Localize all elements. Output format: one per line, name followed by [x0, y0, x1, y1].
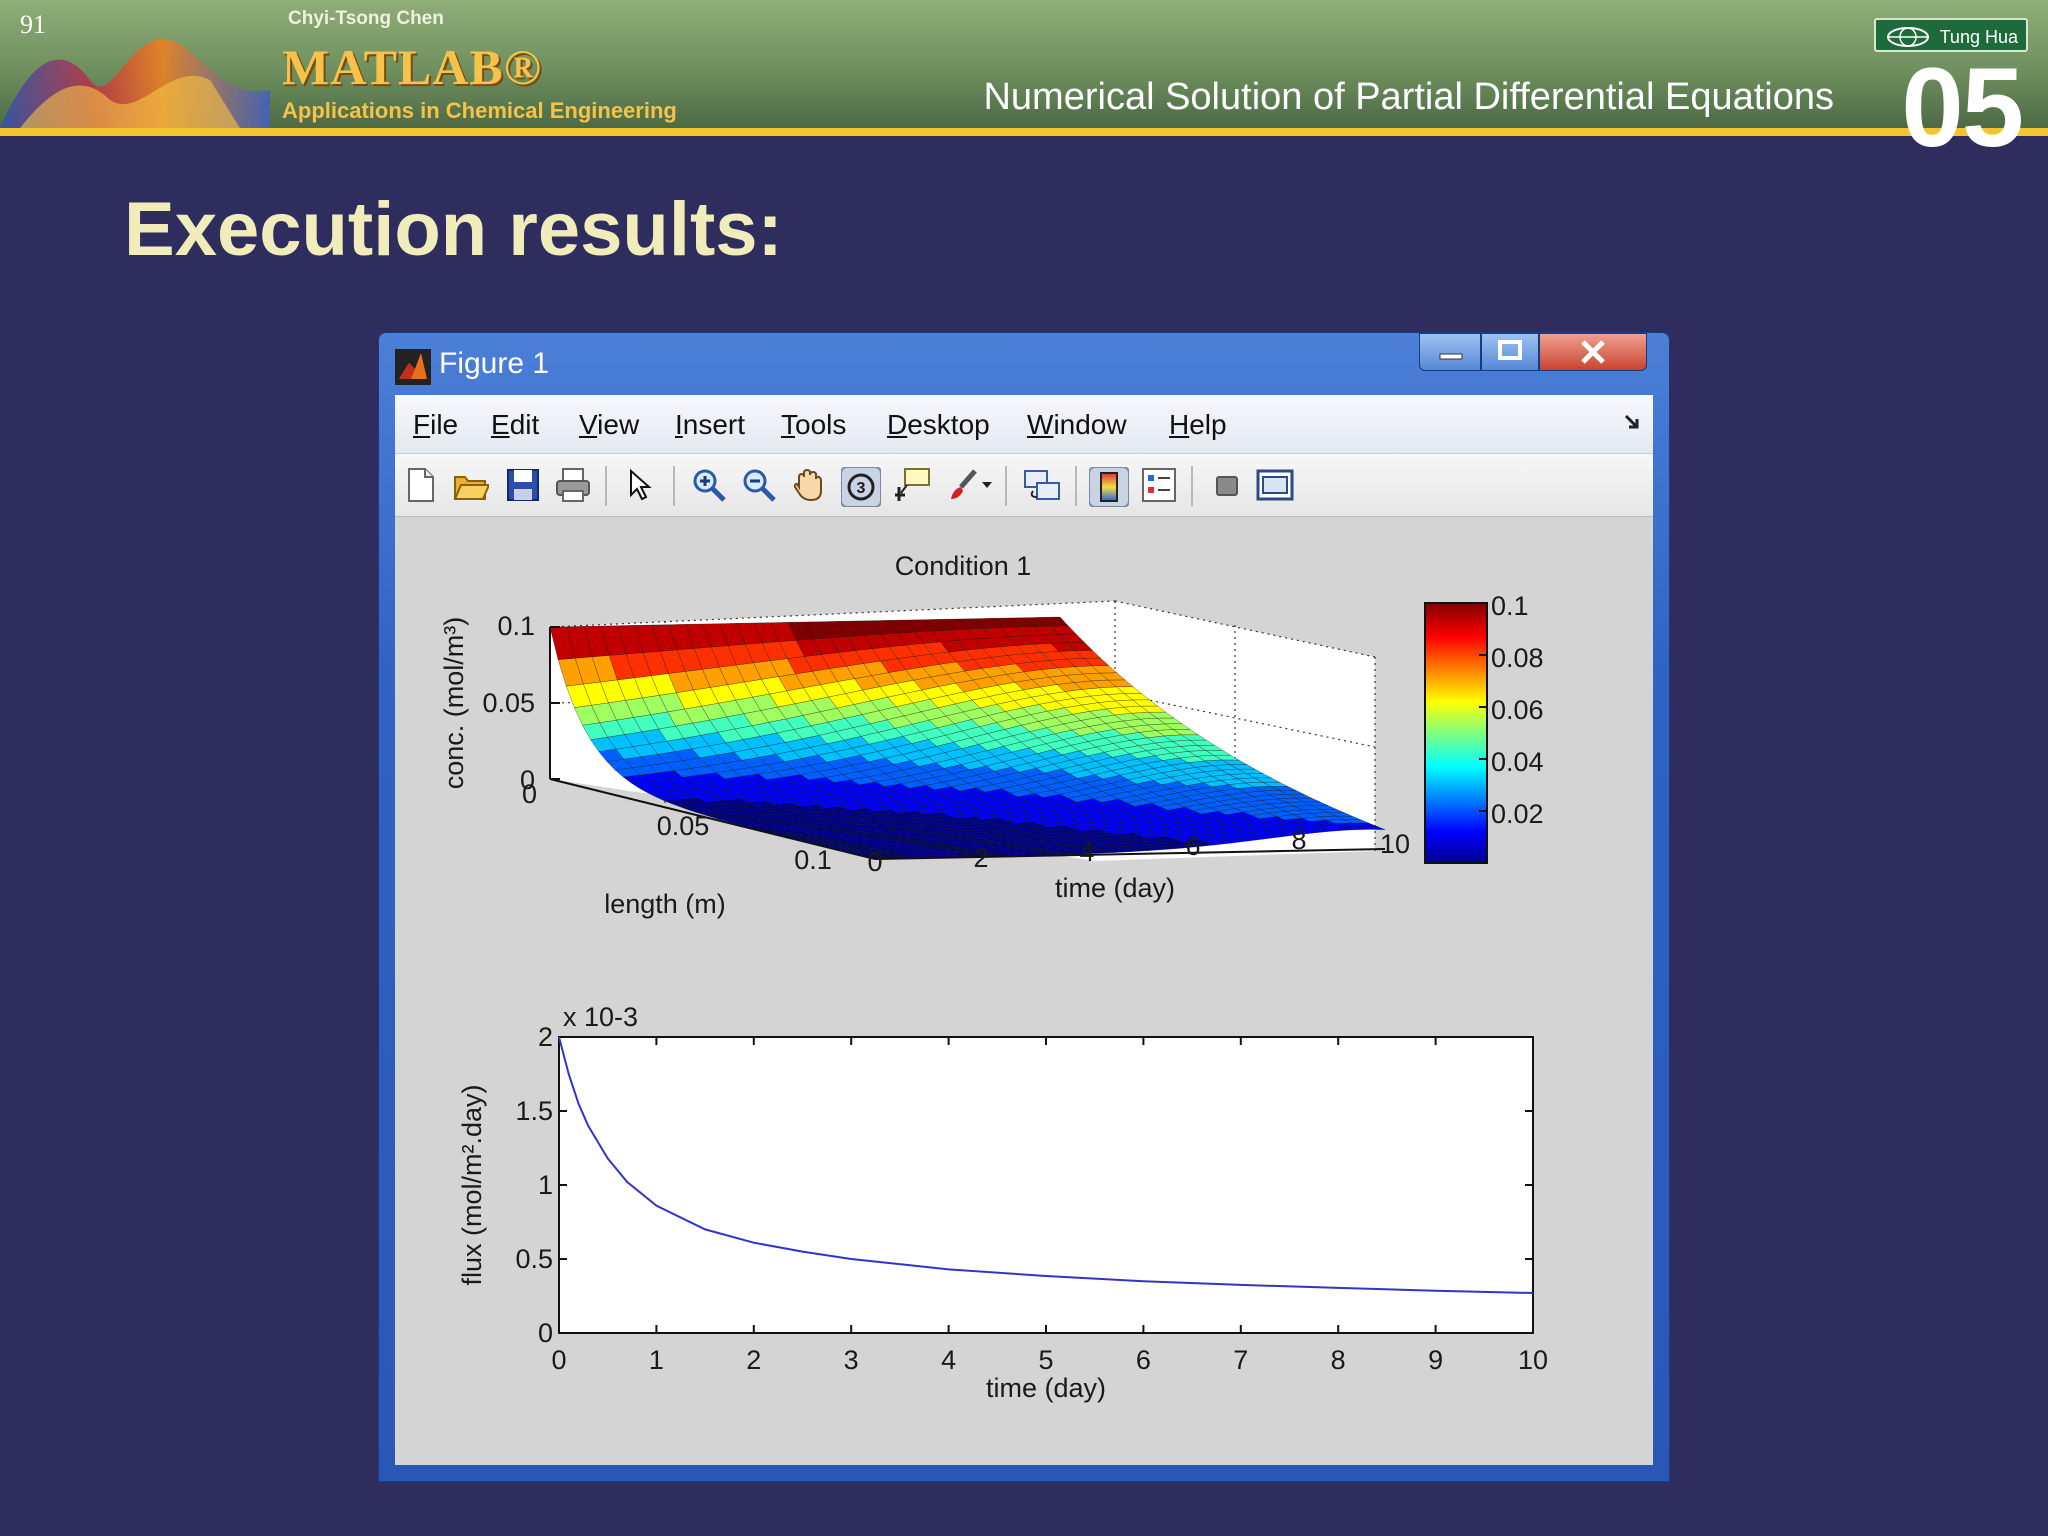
menu-window[interactable]: Window [1027, 409, 1127, 441]
surface-axes[interactable]: Condition 1 0.1 0.05 0 0 0.05 0.1 0 2 4 … [439, 551, 1410, 919]
menu-edit[interactable]: Edit [491, 409, 539, 441]
dropdown-arrow-icon[interactable] [981, 480, 993, 490]
surface-zlabel: conc. (mol/m³) [439, 617, 469, 790]
flux-x-tick-labels: 0 1 2 3 4 5 6 7 8 9 10 [551, 1345, 1548, 1375]
z-tick-label: 0.05 [482, 688, 535, 718]
zoom-in-icon[interactable] [691, 467, 727, 503]
flux-x-tick-label: 7 [1233, 1345, 1248, 1375]
toolbar-separator [1005, 466, 1007, 506]
flux-axes[interactable]: 0 1 2 3 4 5 6 7 8 9 10 0 0.5 1 1.5 2 x 10-3 time (day)… [457, 1002, 1548, 1403]
banner-divider [0, 128, 2048, 136]
flux-x-tick-label: 0 [551, 1345, 566, 1375]
y-tick-label: 8 [1291, 825, 1306, 855]
open-folder-icon[interactable] [453, 467, 489, 503]
toolbar-separator [1075, 466, 1077, 506]
colorbar-tick-label: 0.04 [1491, 747, 1544, 777]
flux-y-tick-label: 2 [538, 1022, 553, 1052]
figure-toolbar: 3 [395, 454, 1653, 517]
rotate-3d-icon[interactable]: 3 [841, 467, 881, 507]
colorbar-tick-label: 0.08 [1491, 643, 1544, 673]
minimize-icon [1439, 353, 1463, 360]
course-title: Numerical Solution of Partial Differenti… [983, 76, 1834, 118]
close-icon [1581, 340, 1605, 364]
figure-client-area: File Edit View Insert Tools Desktop Wind… [395, 395, 1653, 1465]
flux-xlabel: time (day) [986, 1373, 1106, 1403]
legend-icon[interactable] [1141, 467, 1177, 503]
flux-x-tick-label: 6 [1136, 1345, 1151, 1375]
x-tick-label: 0 [522, 779, 537, 809]
menu-insert[interactable]: Insert [675, 409, 745, 441]
flux-x-tick-label: 3 [844, 1345, 859, 1375]
menu-tools[interactable]: Tools [781, 409, 846, 441]
slide-number: 91 [20, 10, 46, 39]
plot-canvas: Condition 1 0.1 0.05 0 0 0.05 0.1 0 2 4 … [439, 551, 1548, 1403]
pan-hand-icon[interactable] [791, 467, 827, 503]
flux-x-tick-label: 10 [1518, 1345, 1548, 1375]
menu-bar: File Edit View Insert Tools Desktop Wind… [395, 395, 1653, 454]
toolbar-separator [673, 466, 675, 506]
chapter-number: 05 [1901, 45, 2024, 170]
colorbar-tick-label: 0.1 [1491, 591, 1529, 621]
close-button[interactable] [1539, 333, 1647, 371]
flux-x-tick-label: 4 [941, 1345, 956, 1375]
show-plot-tools-icon[interactable] [1255, 467, 1295, 503]
menu-help[interactable]: Help [1169, 409, 1227, 441]
author-name: Chyi-Tsong Chen [288, 8, 444, 29]
brush-icon[interactable] [945, 467, 981, 503]
svg-text:3: 3 [857, 480, 866, 497]
matlab-icon [395, 349, 431, 385]
flux-x-tick-label: 9 [1428, 1345, 1443, 1375]
publisher-name: Tung Hua [1939, 27, 2018, 47]
flux-x-tick-label: 8 [1331, 1345, 1346, 1375]
surface-xlabel: length (m) [604, 889, 726, 919]
toolbar-separator [1191, 466, 1193, 506]
y-tick-label: 0 [867, 847, 882, 877]
menu-view[interactable]: View [579, 409, 639, 441]
colorbar-icon[interactable] [1089, 467, 1129, 507]
colorbar-tick-label: 0.02 [1491, 799, 1544, 829]
y-tick-label: 6 [1185, 831, 1200, 861]
flux-ylabel: flux (mol/m².day) [457, 1084, 487, 1285]
new-file-icon[interactable] [403, 467, 439, 503]
flux-y-tick-label: 1 [538, 1170, 553, 1200]
save-icon[interactable] [505, 467, 541, 503]
zoom-out-icon[interactable] [741, 467, 777, 503]
maximize-button[interactable] [1481, 333, 1539, 371]
pointer-icon[interactable] [621, 467, 657, 503]
colorbar-tick-label: 0.06 [1491, 695, 1544, 725]
y-tick-label: 4 [1079, 837, 1094, 867]
flux-y-tick-label: 0 [538, 1318, 553, 1348]
hide-plot-tools-icon[interactable] [1209, 467, 1245, 503]
flux-x-tick-label: 2 [746, 1345, 761, 1375]
x-tick-label: 0.1 [794, 845, 832, 875]
book-subtitle: Applications in Chemical Engineering [282, 98, 677, 123]
flux-y-tick-labels: 0 0.5 1 1.5 2 [515, 1022, 553, 1348]
matlab-logo: MATLAB® [282, 39, 543, 95]
window-title: Figure 1 [439, 347, 550, 380]
flux-y-tick-label: 0.5 [515, 1244, 553, 1274]
y-tick-label: 2 [973, 843, 988, 873]
menu-file[interactable]: File [413, 409, 458, 441]
print-icon[interactable] [555, 467, 591, 503]
flux-x-tick-label: 1 [649, 1345, 664, 1375]
flux-y-multiplier: x 10-3 [563, 1002, 638, 1032]
figure-window: Figure 1 File Edit View Insert Tools Des… [378, 332, 1670, 1482]
slide-heading: Execution results: [124, 187, 783, 272]
surface-ylabel: time (day) [1055, 873, 1175, 903]
colorbar[interactable]: 0.1 0.08 0.06 0.04 0.02 [1424, 591, 1544, 864]
z-tick-label: 0.1 [497, 611, 535, 641]
x-tick-label: 0.05 [657, 811, 710, 841]
data-cursor-icon[interactable] [895, 467, 931, 503]
colorbar-gradient [1424, 602, 1488, 864]
flux-y-tick-label: 1.5 [515, 1096, 553, 1126]
flux-x-tick-label: 5 [1038, 1345, 1053, 1375]
surface-title: Condition 1 [895, 551, 1032, 581]
maximize-icon [1498, 340, 1522, 360]
y-tick-label: 10 [1380, 829, 1410, 859]
link-plot-icon[interactable] [1023, 467, 1061, 503]
minimize-button[interactable] [1419, 333, 1481, 371]
menu-desktop[interactable]: Desktop [887, 409, 990, 441]
dock-arrow-icon[interactable] [1623, 413, 1641, 431]
toolbar-separator [605, 466, 607, 506]
